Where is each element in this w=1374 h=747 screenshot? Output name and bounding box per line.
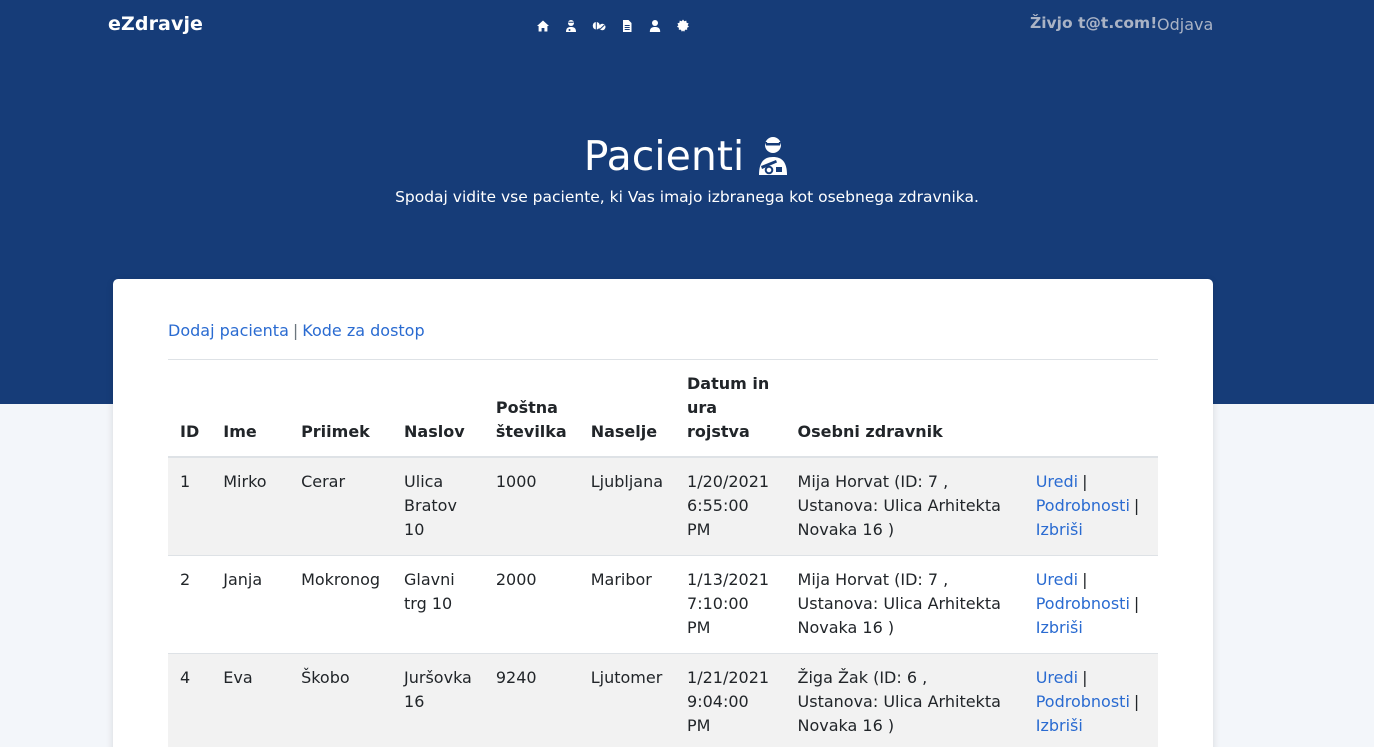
table-row: 2 Janja Mokronog Glavni trg 10 2000 Mari… [168, 555, 1158, 654]
home-icon[interactable] [536, 19, 550, 33]
pills-icon[interactable] [592, 19, 606, 33]
action-separator: | [1133, 496, 1140, 515]
cell-postna: 2000 [483, 555, 579, 654]
cell-id: 1 [168, 456, 212, 556]
action-separator: | [1082, 668, 1088, 687]
cell-zdravnik: Mija Horvat (ID: 7 , Ustanova: Ulica Arh… [785, 555, 1024, 654]
cell-naselje: Ljutomer [578, 653, 676, 747]
cell-datum: 1/13/2021 7:10:00 PM [675, 555, 786, 654]
cell-priimek: Cerar [289, 456, 393, 556]
cell-ime: Mirko [211, 456, 290, 556]
cell-actions: Uredi | Podrobnosti | Izbriši [1023, 456, 1158, 556]
user-icon[interactable] [648, 19, 662, 33]
action-separator: | [1082, 472, 1088, 491]
cell-naselje: Maribor [578, 555, 676, 654]
card-actions: Dodaj pacienta | Kode za dostop [168, 321, 425, 340]
cell-naslov: Glavni trg 10 [392, 555, 484, 654]
cell-actions: Uredi | Podrobnosti | Izbriši [1023, 653, 1158, 747]
file-icon[interactable] [620, 19, 634, 33]
cell-zdravnik: Žiga Žak (ID: 6 , Ustanova: Ulica Arhite… [785, 653, 1024, 747]
col-header-naslov: Naslov [392, 360, 484, 458]
page-title: Pacienti [583, 132, 745, 180]
table-row: 1 Mirko Cerar Ulica Bratov 10 1000 Ljubl… [168, 456, 1158, 556]
access-codes-link[interactable]: Kode za dostop [302, 321, 424, 340]
edit-link[interactable]: Uredi [1036, 668, 1078, 687]
cell-id: 2 [168, 555, 212, 654]
table-header-row: ID Ime Priimek Naslov Poštna številka Na… [168, 360, 1158, 458]
delete-link[interactable]: Izbriši [1036, 618, 1083, 637]
cell-ime: Janja [211, 555, 290, 654]
navbar: eZdravje Živjo t@t.com! Odjava [0, 0, 1374, 50]
user-injured-icon [756, 136, 790, 176]
action-separator: | [1082, 570, 1088, 589]
patients-card: Dodaj pacienta | Kode za dostop ID Ime Pri… [113, 279, 1213, 747]
delete-link[interactable]: Izbriši [1036, 520, 1083, 539]
col-header-id: ID [168, 360, 212, 458]
page-header: Pacienti Spodaj vidite vse paciente, ki … [0, 128, 1374, 206]
cell-naslov: Juršovka 16 [392, 653, 484, 747]
brand-logo[interactable]: eZdravje [108, 13, 203, 35]
col-header-priimek: Priimek [289, 360, 393, 458]
settings-icon[interactable] [676, 19, 690, 33]
add-patient-link[interactable]: Dodaj pacienta [168, 321, 289, 340]
cell-naslov: Ulica Bratov 10 [392, 456, 484, 556]
details-link[interactable]: Podrobnosti [1036, 692, 1130, 711]
cell-postna: 1000 [483, 456, 579, 556]
details-link[interactable]: Podrobnosti [1036, 496, 1130, 515]
col-header-ime: Ime [211, 360, 290, 458]
logout-link[interactable]: Odjava [1157, 15, 1213, 34]
cell-datum: 1/20/2021 6:55:00 PM [675, 456, 786, 556]
cell-priimek: Škobo [289, 653, 393, 747]
cell-naselje: Ljubljana [578, 456, 676, 556]
delete-link[interactable]: Izbriši [1036, 716, 1083, 735]
col-header-datum: Datum in ura rojstva [675, 360, 786, 458]
action-separator: | [1133, 594, 1140, 613]
user-greeting: Živjo t@t.com! [1030, 14, 1158, 32]
user-injured-icon[interactable] [564, 19, 578, 33]
page-subtitle: Spodaj vidite vse paciente, ki Vas imajo… [395, 188, 979, 206]
edit-link[interactable]: Uredi [1036, 472, 1078, 491]
col-header-actions [1023, 360, 1158, 458]
edit-link[interactable]: Uredi [1036, 570, 1078, 589]
col-header-zdravnik: Osebni zdravnik [785, 360, 1024, 458]
cell-postna: 9240 [483, 653, 579, 747]
action-separator: | [1133, 692, 1140, 711]
col-header-postna: Poštna številka [483, 360, 579, 458]
page-title-wrap: Pacienti [584, 128, 791, 184]
col-header-naselje: Naselje [578, 360, 676, 458]
cell-id: 4 [168, 653, 212, 747]
table-row: 4 Eva Škobo Juršovka 16 9240 Ljutomer 1/… [168, 653, 1158, 747]
nav-icon-group [536, 17, 690, 35]
cell-zdravnik: Mija Horvat (ID: 7 , Ustanova: Ulica Arh… [785, 456, 1024, 556]
cell-priimek: Mokronog [289, 555, 393, 654]
cell-actions: Uredi | Podrobnosti | Izbriši [1023, 555, 1158, 654]
link-separator: | [292, 321, 299, 340]
cell-datum: 1/21/2021 9:04:00 PM [675, 653, 786, 747]
cell-ime: Eva [211, 653, 290, 747]
patients-table: ID Ime Priimek Naslov Poštna številka Na… [168, 360, 1158, 747]
details-link[interactable]: Podrobnosti [1036, 594, 1130, 613]
